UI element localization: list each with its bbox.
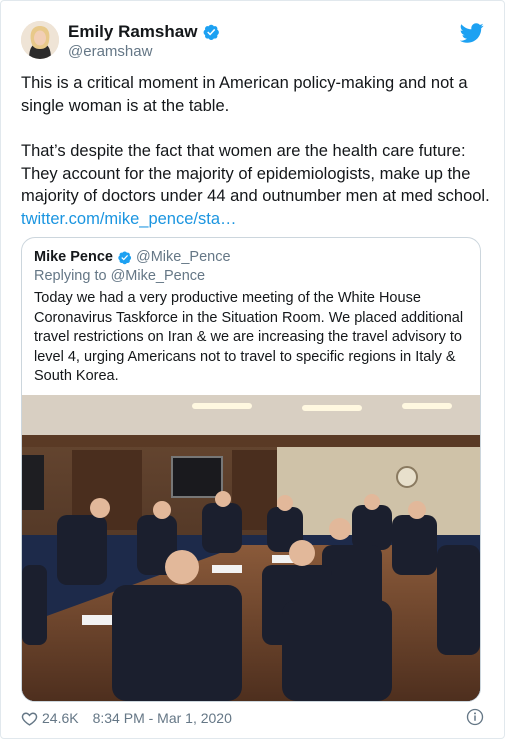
quoted-tweet-text: Today we had a very productive meeting o… [34, 290, 464, 384]
tweet-paragraph-2: That’s despite the fact that women are t… [21, 142, 490, 205]
like-count[interactable]: 24.6K [42, 710, 79, 726]
author-avatar[interactable] [21, 21, 59, 59]
tweet-footer: 24.6K 8:34 PM - Mar 1, 2020 [21, 708, 486, 728]
embedded-tweet-card: Emily Ramshaw @eramshaw This is a critic… [0, 0, 505, 739]
quoted-author-name: Mike Pence [34, 249, 113, 265]
verified-badge-icon [204, 24, 220, 41]
quoted-tweet[interactable]: Mike Pence @Mike_Pence Replying to @Mike… [21, 237, 481, 702]
heart-icon[interactable] [21, 710, 38, 727]
quoted-tweet-header: Mike Pence @Mike_Pence [34, 249, 231, 265]
author-handle[interactable]: @eramshaw [68, 43, 152, 60]
author-name-text: Emily Ramshaw [68, 22, 198, 41]
author-name[interactable]: Emily Ramshaw [68, 22, 220, 42]
situation-room-photo[interactable] [22, 395, 480, 701]
tweet-link[interactable]: twitter.com/mike_pence/sta… [21, 208, 491, 231]
info-icon[interactable] [466, 708, 484, 726]
quoted-author-handle: @Mike_Pence [136, 249, 231, 265]
verified-badge-icon [118, 250, 132, 264]
twitter-bird-icon[interactable] [460, 21, 484, 45]
tweet-paragraph-1: This is a critical moment in American po… [21, 74, 468, 115]
tweet-text: This is a critical moment in American po… [21, 72, 491, 230]
tweet-timestamp[interactable]: 8:34 PM - Mar 1, 2020 [93, 710, 232, 726]
quoted-replying-to: Replying to @Mike_Pence [34, 268, 206, 284]
